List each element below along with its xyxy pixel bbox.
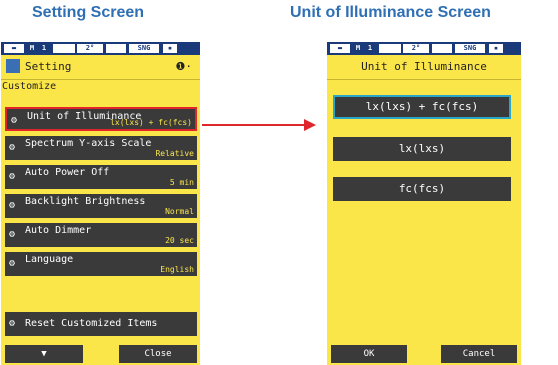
option-lx[interactable]: lx(lxs) [333,137,511,161]
measure-mode-indicator: SNG [129,44,159,53]
mode-indicator: M [27,44,37,53]
menu-item-backlight-brightness[interactable]: ⚙ Backlight Brightness Normal [5,194,197,218]
battery-icon: ▬ [330,44,350,53]
menu-item-language[interactable]: ⚙ Language English [5,252,197,276]
down-arrow-icon: ▼ [41,349,47,359]
page-title: Setting [25,60,72,73]
arrow-right-icon [304,119,316,131]
menu-item-label: Language [25,254,74,265]
menu-item-value: 20 sec [165,236,194,245]
menu-item-unit-of-illuminance[interactable]: ⚙ Unit of Illuminance lx(lxs) + fc(fcs) [5,107,197,131]
setting-app-icon [6,59,20,73]
gear-icon: ⚙ [9,142,16,153]
page-title: Unit of Illuminance [361,60,487,73]
measure-mode-indicator: SNG [455,44,485,53]
gear-icon: ⚙ [9,229,16,240]
gear-icon: ⚙ [9,200,16,211]
option-fc[interactable]: fc(fcs) [333,177,511,201]
menu-item-label: Auto Dimmer [25,225,92,236]
angle-indicator: 2° [403,44,429,53]
memory-card-icon: ▪ [163,44,177,53]
status-bar: ▬ M 1 2° SNG ▪ [1,42,200,55]
reset-customized-items-button[interactable]: ⚙ Reset Customized Items [5,312,197,336]
menu-item-value: lx(lxs) + fc(fcs) [110,118,192,127]
illuminance-screen-caption: Unit of Illuminance Screen [290,4,491,21]
transition-arrow-line [202,124,306,126]
menu-item-value: English [160,265,194,274]
title-bar: Setting ❶· [1,55,200,80]
option-lx-plus-fc[interactable]: lx(lxs) + fc(fcs) [333,95,511,119]
angle-indicator: 2° [77,44,103,53]
setting-screen-caption: Setting Screen [32,4,145,21]
memory-card-icon: ▪ [489,44,503,53]
gear-icon: ⚙ [11,115,18,126]
page-indicator: ❶· [175,60,192,73]
title-bar: Unit of Illuminance [327,55,521,80]
illuminance-screen: ▬ M 1 2° SNG ▪ Unit of Illuminance lx(lx… [327,42,521,365]
reset-button-label: Reset Customized Items [25,318,158,329]
gear-icon: ⚙ [9,171,16,182]
menu-item-value: Relative [155,149,194,158]
gear-icon: ⚙ [9,258,16,269]
gear-icon: ⚙ [9,318,16,329]
status-blank-2 [106,44,126,53]
setting-screen: ▬ M 1 2° SNG ▪ Setting ❶· Customize ⚙ Un… [1,42,200,365]
menu-item-value: 5 min [169,178,194,187]
section-title: Customize [2,81,57,92]
status-blank-2 [432,44,452,53]
menu-item-auto-power-off[interactable]: ⚙ Auto Power Off 5 min [5,165,197,189]
status-blank-1 [53,44,75,53]
menu-item-label: Backlight Brightness [25,196,146,207]
ok-button[interactable]: OK [331,345,407,363]
menu-item-label: Auto Power Off [25,167,110,178]
mode-indicator: M [353,44,363,53]
status-blank-1 [379,44,401,53]
close-button[interactable]: Close [119,345,197,363]
battery-icon: ▬ [4,44,24,53]
memory-indicator: 1 [39,44,49,53]
cancel-button[interactable]: Cancel [441,345,517,363]
menu-item-spectrum-y-axis-scale[interactable]: ⚙ Spectrum Y-axis Scale Relative [5,136,197,160]
menu-item-label: Spectrum Y-axis Scale [25,138,152,149]
menu-item-value: Normal [165,207,194,216]
memory-indicator: 1 [365,44,375,53]
status-bar: ▬ M 1 2° SNG ▪ [327,42,521,55]
scroll-down-button[interactable]: ▼ [5,345,83,363]
menu-item-auto-dimmer[interactable]: ⚙ Auto Dimmer 20 sec [5,223,197,247]
